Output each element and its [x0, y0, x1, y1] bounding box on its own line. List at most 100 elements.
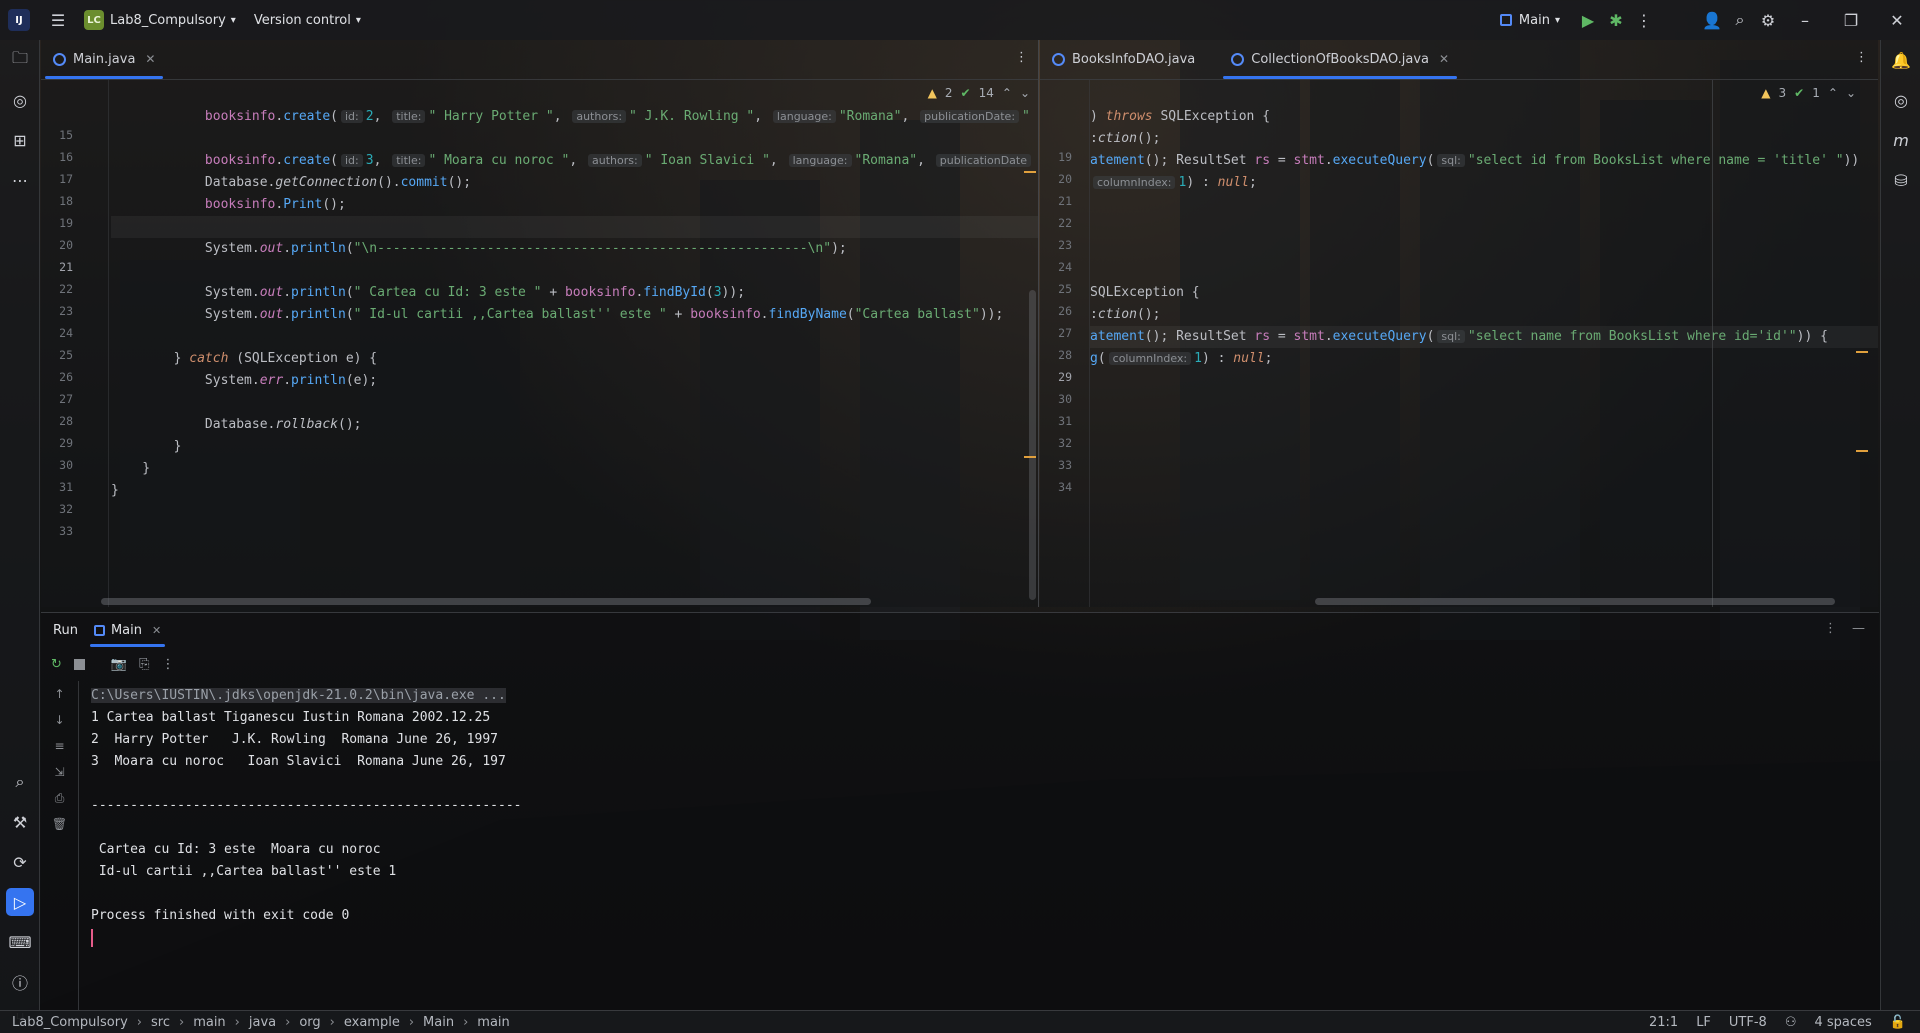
code-line: booksinfo.create(id: 3, title: " Moara cu … [111, 150, 1038, 172]
build-hammer-icon[interactable]: ⚒ [6, 808, 34, 836]
toolbar-more-icon[interactable]: ⋮ [162, 657, 175, 672]
more-actions-icon[interactable]: ⋮ [1630, 6, 1658, 34]
java-class-icon [1231, 52, 1245, 66]
print-icon[interactable]: ⎙ [41, 785, 78, 811]
change-marker [1856, 450, 1868, 452]
notifications-bell-icon[interactable]: 🔔 [1887, 46, 1915, 74]
line-number: 33 [1058, 458, 1072, 472]
structure-icon[interactable]: ⊞ [6, 126, 34, 154]
code-style-icon[interactable]: ⚇ [1785, 1015, 1797, 1030]
console-output[interactable]: C:\Users\IUSTIN\.jdks\openjdk-21.0.2\bin… [91, 685, 521, 949]
services-icon[interactable]: ⟳ [6, 848, 34, 876]
restore-layout-icon[interactable]: ⎘ [139, 657, 149, 672]
scroll-to-end-icon[interactable]: ⇲ [41, 759, 78, 785]
stop-icon[interactable] [73, 658, 85, 670]
add-user-icon[interactable]: 👤 [1698, 6, 1726, 34]
plugins-icon[interactable]: ◎ [6, 86, 34, 114]
indent-setting[interactable]: 4 spaces [1814, 1015, 1871, 1030]
vcs-menu[interactable]: Version control ▾ [254, 13, 361, 28]
horizontal-scrollbar[interactable] [1315, 598, 1835, 605]
code-area[interactable]: booksinfo.create(id: 2, title: " Harry Pot… [111, 84, 1038, 502]
editor-tabs-right: BooksInfoDAO.java CollectionOfBooksDAO.j… [1040, 40, 1878, 80]
panel-more-icon[interactable]: ⋮ [1824, 621, 1837, 636]
line-separator[interactable]: LF [1696, 1015, 1711, 1030]
maven-icon[interactable]: m [1887, 126, 1915, 154]
caret-position[interactable]: 21:1 [1649, 1015, 1678, 1030]
project-name: Lab8_Compulsory [110, 12, 226, 28]
restore-icon[interactable]: ❐ [1828, 6, 1874, 34]
right-tool-strip: 🔔 ◎ m ⛁ [1880, 40, 1920, 1010]
chevron-down-icon[interactable]: ⌄ [1846, 86, 1856, 100]
clear-trash-icon[interactable]: 🗑 [41, 811, 78, 837]
run-tool-icon[interactable]: ▷ [6, 888, 34, 916]
settings-gear-icon[interactable]: ⚙ [1754, 6, 1782, 34]
java-class-icon [53, 52, 66, 66]
run-config-icon [93, 624, 105, 636]
line-number: 31 [59, 480, 73, 494]
run-icon[interactable]: ▶ [1574, 6, 1602, 34]
line-number: 28 [59, 414, 73, 428]
ai-assistant-icon[interactable]: ◎ [1887, 86, 1915, 114]
vertical-scrollbar[interactable] [1029, 290, 1036, 600]
breadcrumb-item[interactable]: Main [423, 1015, 454, 1030]
hide-panel-icon[interactable]: — [1852, 621, 1865, 636]
code-line: Database.getConnection().commit(); [111, 175, 472, 190]
camera-icon[interactable]: 📷 [111, 657, 127, 672]
chevron-down-icon: ▾ [1554, 14, 1560, 26]
breadcrumb-item[interactable]: example [344, 1015, 400, 1030]
project-switcher[interactable]: LC Lab8_Compulsory ▾ [84, 10, 236, 30]
tab-collectionofbooks-dao[interactable]: CollectionOfBooksDAO.java ✕ [1219, 39, 1461, 79]
run-config-selector[interactable]: Main ▾ [1499, 12, 1560, 28]
chevron-up-icon[interactable]: ⌃ [1828, 86, 1838, 100]
rerun-icon[interactable]: ↻ [51, 657, 62, 672]
tab-booksinfo-dao[interactable]: BooksInfoDAO.java [1040, 39, 1207, 79]
scroll-up-icon[interactable]: ↑ [41, 681, 78, 707]
breadcrumb-item[interactable]: main [477, 1015, 509, 1030]
line-number: 22 [1058, 216, 1072, 230]
line-number: 19 [59, 216, 73, 230]
find-icon[interactable]: ⌕ [6, 768, 34, 796]
tabs-more-icon[interactable]: ⋮ [1855, 50, 1868, 65]
database-icon[interactable]: ⛁ [1887, 166, 1915, 194]
code-area[interactable]: ) throws SQLException { :ction(); atemen… [1090, 106, 1878, 370]
problems-icon[interactable]: ⓘ [6, 968, 34, 996]
inspection-widget[interactable]: ▲ 3 ✔ 1 ⌃ ⌄ [1761, 86, 1856, 100]
debug-icon[interactable]: ✱ [1602, 6, 1630, 34]
tab-label: BooksInfoDAO.java [1072, 51, 1196, 67]
more-tools-icon[interactable]: ⋯ [6, 166, 34, 194]
breadcrumb-item[interactable]: Lab8_Compulsory [12, 1015, 128, 1030]
search-icon[interactable]: ⌕ [1726, 6, 1754, 34]
tab-run-main[interactable]: Main ✕ [89, 613, 166, 647]
breadcrumb-separator: › [408, 1014, 415, 1030]
run-config-label: Main [1518, 12, 1550, 28]
file-encoding[interactable]: UTF-8 [1729, 1015, 1767, 1030]
breadcrumb-item[interactable]: main [193, 1015, 225, 1030]
close-tab-icon[interactable]: ✕ [145, 52, 155, 66]
lock-icon[interactable]: 🔓 [1890, 1015, 1906, 1030]
java-class-icon [1052, 52, 1065, 66]
breadcrumb-item[interactable]: org [299, 1015, 320, 1030]
check-icon: ✔ [1794, 86, 1805, 100]
code-line: atement(); ResultSet rs = stmt.executeQu… [1090, 326, 1878, 348]
code-line: columnIndex: 1) : null; [1090, 172, 1878, 194]
close-tab-icon[interactable]: ✕ [1439, 52, 1449, 66]
main-menu-icon[interactable]: ☰ [44, 6, 72, 34]
breadcrumb-item[interactable]: src [151, 1015, 170, 1030]
minimize-icon[interactable]: – [1782, 6, 1828, 34]
breadcrumb-separator: › [329, 1014, 335, 1030]
tab-main-java[interactable]: Main.java ✕ [41, 39, 167, 79]
project-folder-icon[interactable]: 🗀 [6, 46, 34, 74]
tabs-more-icon[interactable]: ⋮ [1015, 50, 1028, 65]
breadcrumb-item[interactable]: java [249, 1015, 276, 1030]
scroll-down-icon[interactable]: ↓ [41, 707, 78, 733]
horizontal-scrollbar[interactable] [101, 598, 871, 605]
close-window-icon[interactable]: ✕ [1874, 6, 1920, 34]
soft-wrap-icon[interactable]: ≡ [41, 733, 78, 759]
line-number: 21 [1058, 194, 1072, 208]
terminal-icon[interactable]: ⌨ [6, 928, 34, 956]
close-tab-icon[interactable]: ✕ [152, 624, 161, 637]
